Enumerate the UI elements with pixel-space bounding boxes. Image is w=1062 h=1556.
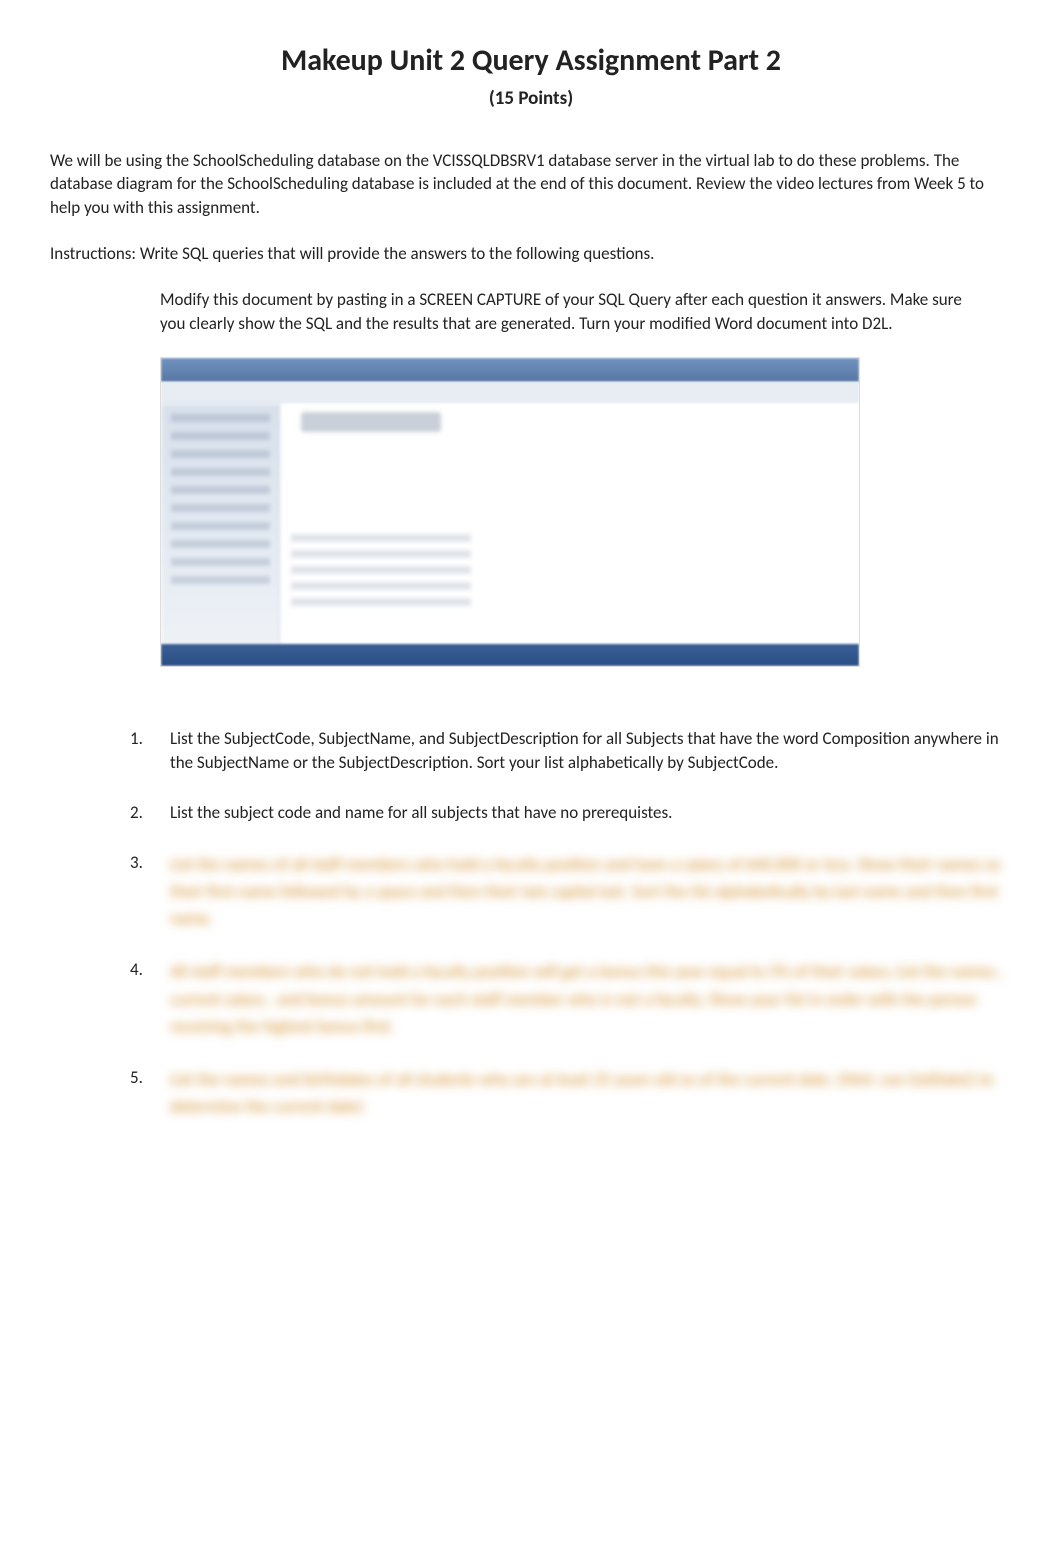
question-item: List the subject code and name for all s… xyxy=(150,801,1012,825)
screenshot-statusbar xyxy=(161,644,859,666)
screenshot-titlebar xyxy=(161,358,859,382)
screenshot-left-panel xyxy=(161,404,281,644)
question-item: List the names and birthdates of all stu… xyxy=(150,1066,1012,1120)
document-subtitle: (15 Points) xyxy=(50,86,1012,113)
question-item: List the SubjectCode, SubjectName, and S… xyxy=(150,727,1012,775)
screenshot-body xyxy=(161,404,859,644)
document-title: Makeup Unit 2 Query Assignment Part 2 xyxy=(50,40,1012,82)
instructions-heading: Instructions: Write SQL queries that wil… xyxy=(50,242,1012,266)
indented-note: Modify this document by pasting in a SCR… xyxy=(160,288,962,336)
screenshot-right-panel xyxy=(281,404,859,644)
question-text-blurred: List the names and birthdates of all stu… xyxy=(170,1069,994,1117)
question-item: List the names of all staff members who … xyxy=(150,851,1012,933)
question-item: All staff members who do not hold a facu… xyxy=(150,958,1012,1040)
question-text-blurred: All staff members who do not hold a facu… xyxy=(170,961,1004,1036)
intro-paragraph: We will be using the SchoolScheduling da… xyxy=(50,149,1012,220)
question-text: List the subject code and name for all s… xyxy=(170,802,672,823)
screenshot-menubar xyxy=(161,382,859,404)
question-text-blurred: List the names of all staff members who … xyxy=(170,854,1001,929)
question-text: List the SubjectCode, SubjectName, and S… xyxy=(170,728,999,773)
questions-list: List the SubjectCode, SubjectName, and S… xyxy=(110,727,1012,1120)
example-screenshot xyxy=(160,357,860,667)
